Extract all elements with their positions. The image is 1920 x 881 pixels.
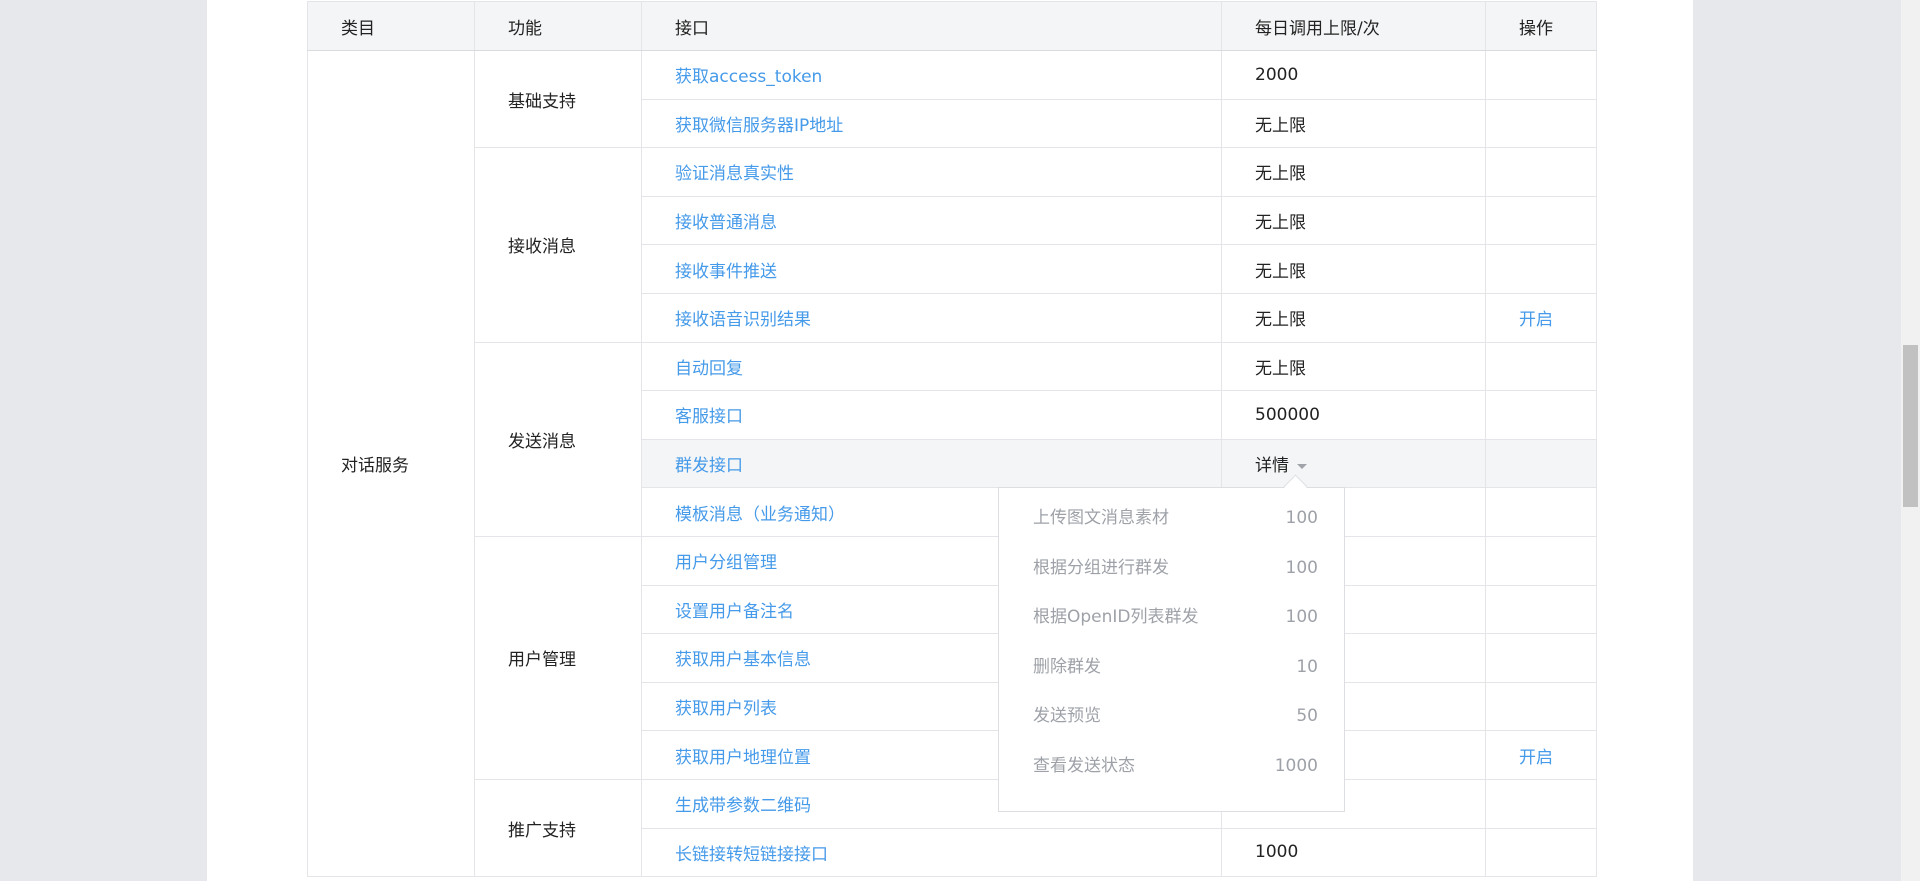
popover-item-value: 50 (1296, 706, 1318, 727)
mass-send-details-popover: 上传图文消息素材 100 根据分组进行群发 100 根据OpenID列表群发 1… (998, 487, 1345, 812)
api-link[interactable]: 接收普通消息 (641, 195, 1222, 246)
table-row: 发送消息 自动回复 无上限 (308, 341, 1597, 537)
popover-item-value: 100 (1285, 508, 1318, 528)
popover-item-label: 上传图文消息素材 (1033, 508, 1169, 528)
popover-item: 根据OpenID列表群发 100 (999, 593, 1344, 643)
api-limits-table: 类目 功能 接口 每日调用上限/次 操作 对话服务 基础支持 获取access_… (307, 1, 1597, 878)
header-category: 类目 (307, 1, 475, 51)
operation-cell (1485, 438, 1597, 489)
api-link[interactable]: 获取微信服务器IP地址 (641, 98, 1222, 149)
table-header-row: 类目 功能 接口 每日调用上限/次 操作 (307, 1, 1597, 51)
operation-cell (1485, 98, 1597, 149)
popover-item: 上传图文消息素材 100 (999, 494, 1344, 544)
api-link[interactable]: 长链接转短链接接口 (641, 827, 1222, 878)
header-function: 功能 (474, 1, 642, 51)
popover-item-label: 根据分组进行群发 (1033, 557, 1169, 578)
enable-link[interactable]: 开启 (1485, 292, 1597, 343)
api-link[interactable]: 获取access_token (641, 50, 1222, 100)
api-link[interactable]: 验证消息真实性 (641, 147, 1222, 197)
table-row: 推广支持 生成带参数二维码 (308, 778, 1597, 878)
api-link[interactable]: 客服接口 (641, 390, 1222, 440)
operation-cell (1485, 827, 1597, 878)
operation-cell (1485, 633, 1597, 683)
popover-item-label: 根据OpenID列表群发 (1033, 607, 1199, 628)
category-cell: 对话服务 (307, 49, 475, 878)
operation-cell (1485, 535, 1597, 586)
group-cell-promo: 推广支持 (474, 778, 642, 878)
operation-cell (1485, 487, 1597, 537)
popover-item: 删除群发 10 (999, 643, 1344, 693)
enable-link[interactable]: 开启 (1485, 730, 1597, 780)
operation-cell (1485, 147, 1597, 197)
operation-cell (1485, 681, 1597, 732)
operation-cell (1485, 341, 1597, 392)
limit-value: 2000 (1221, 50, 1486, 100)
scrollbar-thumb[interactable] (1903, 345, 1918, 507)
api-link[interactable]: 群发接口 (641, 438, 1222, 489)
operation-cell (1485, 50, 1597, 100)
limit-value: 无上限 (1221, 292, 1486, 343)
popover-item: 发送预览 50 (999, 692, 1344, 742)
group-cell-receive: 接收消息 (474, 147, 642, 343)
limit-value: 无上限 (1221, 147, 1486, 197)
popover-item: 根据分组进行群发 100 (999, 544, 1344, 594)
limit-value: 无上限 (1221, 244, 1486, 294)
table-row: 用户管理 用户分组管理 (308, 535, 1597, 780)
api-link[interactable]: 接收事件推送 (641, 244, 1222, 294)
limit-value: 无上限 (1221, 98, 1486, 149)
limit-value: 无上限 (1221, 195, 1486, 246)
popover-item-value: 10 (1296, 656, 1318, 677)
limit-value: 500000 (1221, 390, 1486, 440)
header-daily-limit: 每日调用上限/次 (1221, 1, 1486, 51)
table-row: 对话服务 基础支持 获取access_token 2000 (307, 49, 1597, 878)
api-link[interactable]: 接收语音识别结果 (641, 292, 1222, 343)
header-operation: 操作 (1485, 1, 1597, 51)
group-cell-basic: 基础支持 (474, 49, 642, 149)
caret-down-icon (1297, 463, 1307, 469)
popover-item: 查看发送状态 1000 (999, 742, 1344, 792)
limit-value: 无上限 (1221, 341, 1486, 392)
popover-item-value: 100 (1285, 557, 1318, 578)
operation-cell (1485, 778, 1597, 829)
popover-item-label: 删除群发 (1033, 656, 1101, 677)
details-label: 详情 (1255, 456, 1289, 477)
details-dropdown[interactable]: 详情 (1221, 438, 1486, 489)
group-cell-user: 用户管理 (474, 535, 642, 780)
popover-item-label: 查看发送状态 (1033, 755, 1135, 776)
popover-item-label: 发送预览 (1033, 706, 1101, 727)
limit-value: 1000 (1221, 827, 1486, 878)
operation-cell (1485, 390, 1597, 440)
table-row: 接收消息 验证消息真实性 无上限 (308, 147, 1597, 343)
operation-cell (1485, 584, 1597, 635)
popover-item-value: 1000 (1274, 755, 1318, 776)
popover-item-value: 100 (1285, 607, 1318, 628)
group-cell-send: 发送消息 (474, 341, 642, 537)
header-api: 接口 (641, 1, 1222, 51)
operation-cell (1485, 244, 1597, 294)
api-link[interactable]: 自动回复 (641, 341, 1222, 392)
operation-cell (1485, 195, 1597, 246)
